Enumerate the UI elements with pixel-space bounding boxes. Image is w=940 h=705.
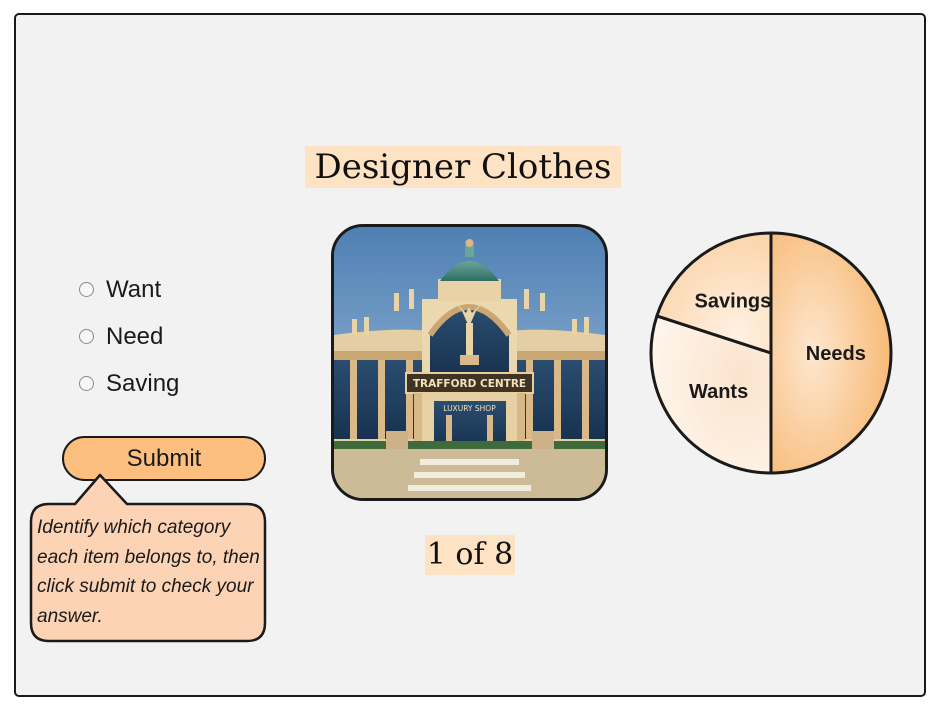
pie-label-wants: Wants — [689, 381, 748, 403]
instructions-tooltip: Identify which category each item belong… — [29, 471, 267, 643]
need-label: Need — [106, 322, 164, 350]
item-title: Designer Clothes — [305, 146, 621, 188]
building-sign-text: TRAFFORD CENTRE — [413, 378, 526, 390]
option-need[interactable]: Need — [79, 313, 179, 360]
progress-counter: 1 of 8 — [425, 535, 515, 575]
pie-label-savings: Savings — [695, 291, 772, 313]
need-radio[interactable] — [79, 329, 94, 344]
saving-label: Saving — [106, 369, 180, 397]
instructions-text: Identify which category each item belong… — [37, 517, 260, 627]
budget-pie-chart: Needs Wants Savings — [649, 231, 893, 475]
pie-label-needs: Needs — [806, 343, 866, 365]
shop-sign-text: LUXURY SHOP — [443, 404, 496, 413]
want-radio[interactable] — [79, 282, 94, 297]
category-options: Want Need Saving — [79, 266, 179, 407]
option-saving[interactable]: Saving — [79, 360, 179, 407]
item-image: TRAFFORD CENTRE LUXURY SHOP — [331, 224, 608, 501]
want-label: Want — [106, 275, 162, 303]
shopping-centre-illustration: TRAFFORD CENTRE LUXURY SHOP — [334, 227, 605, 498]
saving-radio[interactable] — [79, 376, 94, 391]
option-want[interactable]: Want — [79, 266, 179, 313]
